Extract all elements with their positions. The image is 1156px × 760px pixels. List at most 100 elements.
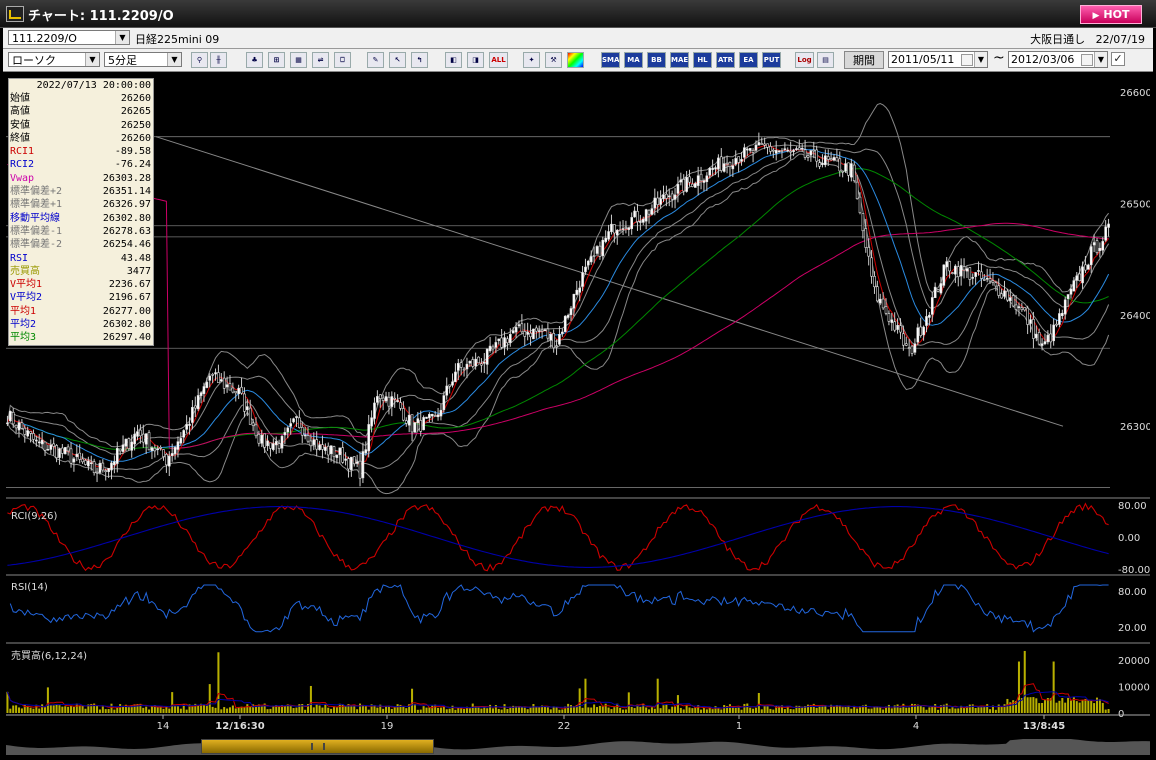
scroll-overview [6,739,1150,755]
volume-bar [517,706,520,713]
candle-body [329,445,333,455]
candle-left-icon[interactable]: ◧ [445,52,462,68]
chart-svg[interactable]: RCI(9,26) RSI(14) 売買高(6,12,24) 26600 2650… [6,73,1150,739]
hl-button[interactable]: HL [693,52,712,68]
volume-bar [590,707,593,713]
interval-select[interactable]: 5分足 ▼ [104,52,182,67]
calendar-icon[interactable] [961,54,973,66]
candle-body [480,363,483,366]
atr-button[interactable]: ATR [716,52,735,68]
candle-body [381,397,385,401]
ma-button[interactable]: MA [624,52,643,68]
fib-icon[interactable]: ✦ [523,52,540,68]
apply-period-checkbox[interactable]: ✓ [1111,52,1125,66]
sma-button[interactable]: SMA [601,52,620,68]
crosshair-icon[interactable]: ⊞ [268,52,285,68]
candle-body [485,348,489,365]
candle-body [933,286,937,298]
chevron-down-icon[interactable]: ▼ [167,53,181,66]
candle-body [639,221,642,223]
chart-area[interactable]: RCI(9,26) RSI(14) 売買高(6,12,24) 26600 2650… [6,73,1150,739]
candle-body [1043,341,1047,345]
hot-button[interactable]: ▶ HOT [1080,5,1142,24]
data-window-value: 26277.00 [102,305,151,317]
volume-bar [890,708,893,713]
candle-body [711,167,714,170]
calendar-icon[interactable] [1081,54,1093,66]
step-arrow-icon[interactable]: ↰ [411,52,428,68]
vertical-line-icon[interactable]: ╫ [210,52,227,68]
bollinger-lower-1 [7,150,1110,471]
period-button[interactable]: 期間 [844,51,884,69]
data-window-value: 26303.28 [102,172,151,184]
volume-bar [1087,699,1090,713]
candle-body [225,384,229,388]
rci-pane-label: RCI(9,26) [11,511,58,522]
easa-button[interactable]: EA SA [739,52,758,68]
save-icon[interactable]: ▤ [817,52,834,68]
data-window-value: 26326.97 [102,199,151,211]
data-window-row: 安値 26250 [9,119,153,132]
bb-button[interactable]: BB [647,52,666,68]
candle-body [572,293,576,309]
pencil-icon[interactable]: ✎ [367,52,384,68]
log-button[interactable]: Log [795,52,814,68]
candle-body [471,359,475,367]
candle-body [974,272,977,277]
ma-mid-line [6,148,1110,463]
chevron-down-icon[interactable]: ▼ [85,53,99,66]
data-window-value: -76.24 [114,159,151,171]
candle-body [563,315,567,333]
blank-chart-icon[interactable]: ⎕ [334,52,351,68]
zoom-icon[interactable]: ⚲ [191,52,208,68]
volume-bar [1078,702,1081,713]
candle-body [861,213,865,232]
pointer-icon[interactable]: ↖ [389,52,406,68]
candle-body [878,298,882,304]
volume-bar [766,706,769,713]
candle-body [751,150,755,153]
candle-body [832,157,836,161]
color-palette-icon[interactable] [567,52,584,68]
candle-body [676,183,680,194]
put-button[interactable]: PUT [762,52,781,68]
candle-body [396,400,399,402]
volume-bar [1017,661,1020,713]
symbol-code-select[interactable]: 111.2209/O ▼ [8,30,130,45]
candle-body [1063,299,1067,315]
candle-body [604,237,607,242]
chevron-down-icon[interactable]: ▼ [115,31,129,44]
candle-body [430,413,434,417]
volume-bar [882,709,885,713]
chart-scrollbar[interactable] [6,739,1150,755]
scroll-thumb[interactable] [201,739,434,754]
candle-body [985,277,989,280]
show-all-button[interactable]: ALL [489,52,508,68]
chevron-down-icon[interactable]: ▼ [974,52,987,67]
volume-bar [78,705,81,713]
candle-body [1069,288,1073,295]
data-window-row: 移動平均線 26302.80 [9,212,153,225]
candle-body [465,363,469,370]
start-date-field[interactable]: 2011/05/11 ▼ [888,51,988,68]
end-date-field[interactable]: 2012/03/06 ▼ [1008,51,1108,68]
chevron-down-icon[interactable]: ▼ [1094,52,1107,67]
candle-right-icon[interactable]: ◨ [467,52,484,68]
chart-type-select[interactable]: ローソク ▼ [8,52,100,67]
data-window-label: 高値 [10,106,30,118]
candle-body [965,268,969,272]
candle-body [266,440,269,447]
trendline-icon[interactable]: ⇌ [312,52,329,68]
candle-settings-icon[interactable]: ♣ [246,52,263,68]
mae-button[interactable]: MAE [670,52,689,68]
volume-bar [295,707,298,713]
grid-icon[interactable]: ▦ [290,52,307,68]
volume-bar [1081,700,1084,713]
candle-body [945,261,949,268]
data-window-row: 平均1 26277.00 [9,305,153,318]
wrench-icon[interactable]: ⚒ [545,52,562,68]
candle-body [196,395,200,410]
volume-bar [850,708,853,713]
volume-bar [844,707,847,713]
candle-body [780,150,784,152]
